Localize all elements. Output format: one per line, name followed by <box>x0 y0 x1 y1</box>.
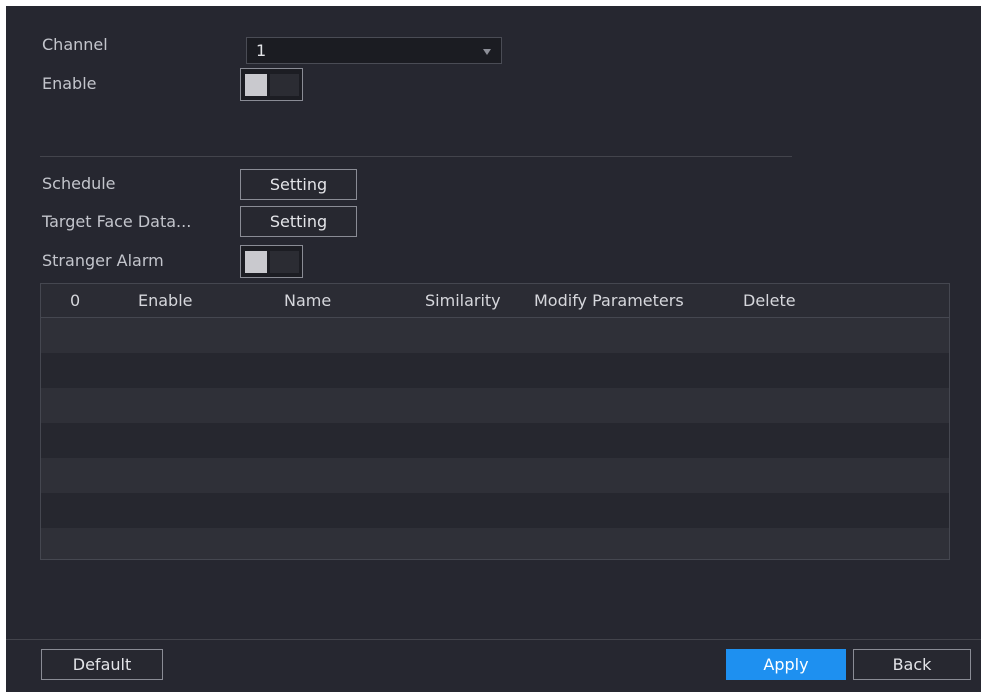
table-row <box>41 388 949 423</box>
column-header-delete: Delete <box>743 291 796 310</box>
table-row <box>41 458 949 493</box>
table-row <box>41 493 949 528</box>
schedule-label: Schedule <box>42 174 116 193</box>
table-row <box>41 318 949 353</box>
section-divider <box>40 156 792 157</box>
toggle-track <box>270 251 299 273</box>
footer-divider <box>6 639 981 640</box>
channel-dropdown[interactable]: 1 <box>246 37 502 64</box>
column-header-modify-parameters: Modify Parameters <box>534 291 684 310</box>
face-detection-panel: Channel 1 Enable Schedule Setting Target… <box>6 6 981 692</box>
stranger-alarm-toggle[interactable] <box>240 245 303 278</box>
column-header-similarity: Similarity <box>425 291 501 310</box>
stranger-alarm-label: Stranger Alarm <box>42 251 164 270</box>
apply-button[interactable]: Apply <box>726 649 846 680</box>
back-button[interactable]: Back <box>853 649 971 680</box>
column-header-index: 0 <box>70 291 81 310</box>
chevron-down-icon <box>483 49 491 55</box>
target-face-setting-button[interactable]: Setting <box>240 206 357 237</box>
table-row <box>41 423 949 458</box>
schedule-setting-button[interactable]: Setting <box>240 169 357 200</box>
default-button[interactable]: Default <box>41 649 163 680</box>
table-row <box>41 353 949 388</box>
toggle-knob <box>245 74 267 96</box>
table-row <box>41 528 949 559</box>
toggle-track <box>270 74 299 96</box>
enable-label: Enable <box>42 74 97 93</box>
channel-value: 1 <box>256 41 267 60</box>
column-header-enable: Enable <box>138 291 193 310</box>
target-face-table: 0 Enable Name Similarity Modify Paramete… <box>40 283 950 560</box>
table-header: 0 Enable Name Similarity Modify Paramete… <box>41 284 949 318</box>
channel-label: Channel <box>42 35 108 54</box>
enable-toggle[interactable] <box>240 68 303 101</box>
column-header-name: Name <box>284 291 332 310</box>
target-face-label: Target Face Data... <box>42 212 192 231</box>
toggle-knob <box>245 251 267 273</box>
